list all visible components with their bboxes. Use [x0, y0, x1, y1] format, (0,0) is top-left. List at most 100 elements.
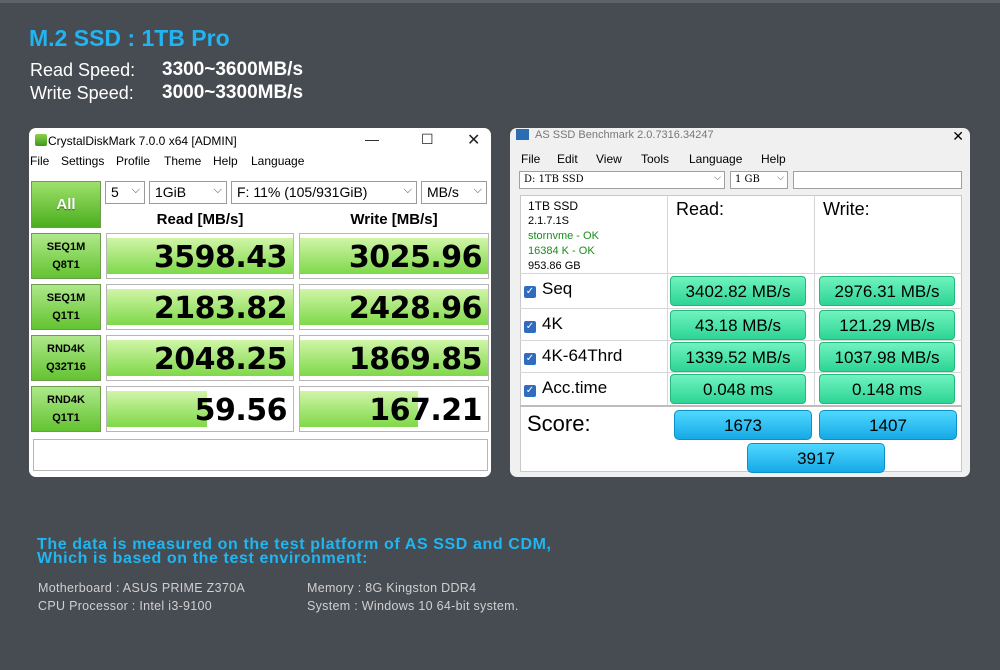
row-acctime-label[interactable]: ✓ Acc.time: [524, 378, 607, 398]
chevron-down-icon: ⌵: [403, 184, 412, 196]
acctime-read-result: 0.048 ms: [670, 374, 806, 404]
write-column-header: Write:: [823, 199, 870, 219]
test-note: The data is measured on the test platfor…: [37, 537, 552, 567]
checkbox-icon[interactable]: ✓: [524, 353, 536, 365]
row-4k64thrd-label[interactable]: ✓ 4K-64Thrd: [524, 346, 622, 366]
menu-tools[interactable]: Tools: [641, 152, 669, 166]
test-name: RND4K: [47, 394, 85, 406]
drive-info: 1TB SSD 2.1.7.1S stornvme - OK 16384 K -…: [528, 199, 599, 274]
grid-divider: [520, 308, 962, 309]
test-params: Q1T1: [52, 412, 80, 424]
cdm-window-title: CrystalDiskMark 7.0.0 x64 [ADMIN]: [48, 134, 237, 148]
test-params: Q1T1: [52, 310, 80, 322]
test-rnd4k-q32t16-button[interactable]: RND4K Q32T16: [31, 335, 101, 381]
menu-profile[interactable]: Profile: [116, 154, 150, 168]
write-column-header: Write [MB/s]: [350, 211, 438, 228]
drive-value: F: 11% (105/931GiB): [237, 184, 368, 200]
progress-field: [793, 171, 962, 189]
test-seq1m-q8t1-button[interactable]: SEQ1M Q8T1: [31, 233, 101, 279]
read-result-value: 59.56: [194, 393, 288, 428]
cpu-spec: CPU Processor : Intel i3-9100: [38, 599, 213, 613]
system-spec: System : Windows 10 64-bit system.: [307, 599, 519, 613]
drive-capacity: 953.86 GB: [528, 260, 581, 272]
menu-language[interactable]: Language: [689, 152, 742, 166]
test-name: SEQ1M: [46, 292, 86, 304]
seq-write-result: 2976.31 MB/s: [819, 276, 955, 306]
all-button[interactable]: All: [31, 181, 101, 228]
menu-settings[interactable]: Settings: [61, 154, 104, 168]
cdm-titlebar: CrystalDiskMark 7.0.0 x64 [ADMIN] — ☐ ✕: [29, 128, 491, 152]
size-select[interactable]: 1 GB ⌵: [730, 171, 788, 189]
seq-read-result: 3402.82 MB/s: [670, 276, 806, 306]
write-result: 167.21: [299, 386, 489, 432]
test-count-select[interactable]: 5 ⌵: [105, 181, 145, 204]
write-result-value: 167.21: [369, 393, 482, 428]
firmware-version: 2.1.7.1S: [528, 215, 569, 227]
chevron-down-icon: ⌵: [777, 173, 784, 183]
read-speed-label: Read Speed:: [30, 60, 136, 80]
menu-help[interactable]: Help: [213, 154, 238, 168]
score-total: 3917: [747, 443, 885, 473]
write-speed-value: 3000~3300MB/s: [162, 82, 304, 103]
as-ssd-app-icon: [516, 129, 529, 140]
chevron-down-icon: ⌵: [213, 184, 222, 196]
read-column-header: Read:: [676, 199, 725, 219]
drive-select[interactable]: D: 1TB SSD ⌵: [519, 171, 725, 189]
checkbox-icon[interactable]: ✓: [524, 321, 536, 333]
read-result-value: 2183.82: [153, 291, 288, 326]
comment-field[interactable]: [33, 439, 488, 471]
unit-value: MB/s: [427, 184, 459, 200]
read-result-value: 3598.43: [153, 240, 288, 275]
as-ssd-window: AS SSD Benchmark 2.0.7316.34247 ✕ File E…: [510, 128, 970, 477]
top-divider: [0, 0, 1000, 3]
read-column-header: Read [MB/s]: [156, 211, 244, 228]
grid-divider: [520, 340, 962, 341]
test-count-value: 5: [111, 184, 119, 200]
read-result: 2048.25: [106, 335, 294, 381]
row-seq-label[interactable]: ✓ Seq: [524, 279, 572, 299]
close-icon[interactable]: ✕: [952, 128, 964, 145]
maximize-icon[interactable]: ☐: [421, 131, 434, 148]
test-size-value: 1GiB: [155, 184, 187, 200]
score-read: 1673: [674, 410, 812, 440]
write-result-value: 2428.96: [348, 291, 483, 326]
minimize-icon[interactable]: —: [365, 131, 379, 147]
test-size-select[interactable]: 1GiB ⌵: [149, 181, 227, 204]
drive-name: 1TB SSD: [528, 199, 579, 213]
write-result-value: 1869.85: [348, 342, 483, 377]
size-select-value: 1 GB: [735, 174, 760, 185]
test-rnd4k-q1t1-button[interactable]: RND4K Q1T1: [31, 386, 101, 432]
menu-view[interactable]: View: [596, 152, 622, 166]
menu-theme[interactable]: Theme: [164, 154, 201, 168]
as-ssd-window-title: AS SSD Benchmark 2.0.7316.34247: [535, 129, 714, 141]
drive-select-value: D: 1TB SSD: [524, 174, 584, 185]
grid-divider: [814, 195, 815, 405]
test-note-line2: Which is based on the test environment:: [37, 550, 368, 567]
menu-file[interactable]: File: [30, 154, 49, 168]
cdm-app-icon: [35, 134, 47, 146]
write-result: 3025.96: [299, 233, 489, 279]
menu-language[interactable]: Language: [251, 154, 304, 168]
unit-select[interactable]: MB/s ⌵: [421, 181, 487, 204]
4k-write-result: 121.29 MB/s: [819, 310, 955, 340]
read-speed-value: 3300~3600MB/s: [162, 59, 304, 80]
crystaldiskmark-window: CrystalDiskMark 7.0.0 x64 [ADMIN] — ☐ ✕ …: [29, 128, 491, 477]
score-write: 1407: [819, 410, 957, 440]
test-name: SEQ1M: [46, 241, 86, 253]
checkbox-icon[interactable]: ✓: [524, 385, 536, 397]
menu-file[interactable]: File: [521, 152, 540, 166]
menu-edit[interactable]: Edit: [557, 152, 578, 166]
test-seq1m-q1t1-button[interactable]: SEQ1M Q1T1: [31, 284, 101, 330]
chevron-down-icon: ⌵: [131, 184, 140, 196]
row-4k-label[interactable]: ✓ 4K: [524, 314, 563, 334]
row-label: 4K-64Thrd: [542, 346, 623, 365]
grid-divider: [520, 372, 962, 373]
driver-status: stornvme - OK: [528, 230, 599, 242]
test-params: Q8T1: [52, 259, 80, 271]
drive-select[interactable]: F: 11% (105/931GiB) ⌵: [231, 181, 417, 204]
read-speed-spec: Read Speed: 3300~3600MB/s: [30, 59, 303, 81]
write-result: 2428.96: [299, 284, 489, 330]
menu-help[interactable]: Help: [761, 152, 786, 166]
checkbox-icon[interactable]: ✓: [524, 286, 536, 298]
close-icon[interactable]: ✕: [467, 130, 480, 150]
